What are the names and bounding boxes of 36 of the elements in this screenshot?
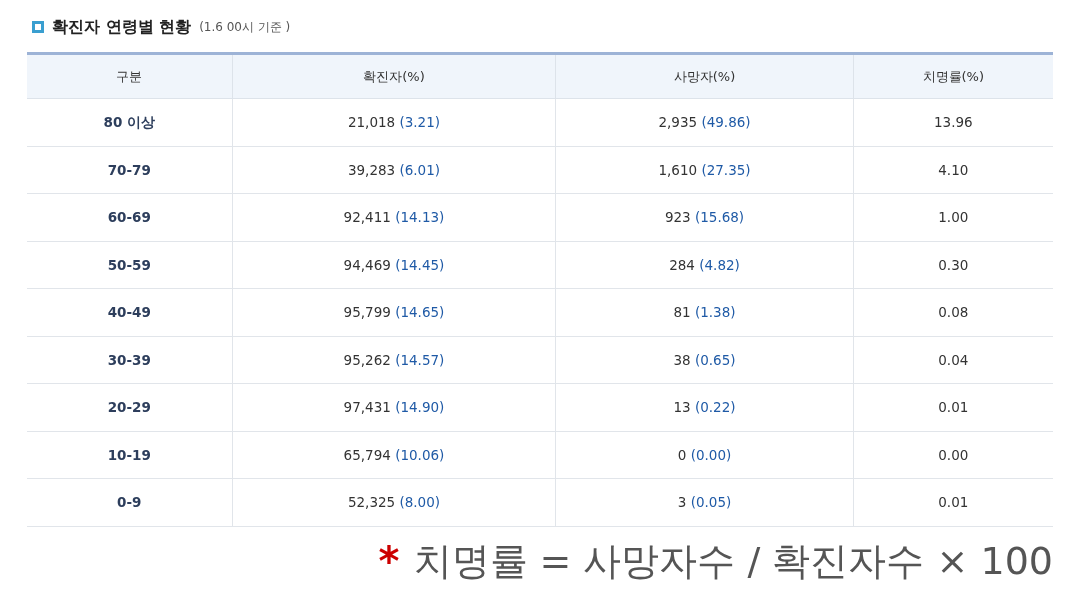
table-cell: 97,431 (14.90) (232, 383, 556, 431)
table-cell: 923 (15.68) (555, 193, 854, 241)
column-header: 확진자(%) (232, 53, 556, 99)
table-cell: 40-49 (27, 288, 232, 336)
table-cell: 20-29 (27, 383, 232, 431)
section-title: 확진자 연령별 현황 (52, 16, 192, 38)
column-header: 구분 (27, 53, 232, 99)
table-cell: 50-59 (27, 241, 232, 289)
table-cell: 95,799 (14.65) (232, 288, 556, 336)
table-cell: 92,411 (14.13) (232, 193, 556, 241)
table-cell: 70-79 (27, 146, 232, 194)
table-cell: 38 (0.65) (555, 336, 854, 384)
section-note: (1.6 00시 기준 ) (199, 19, 291, 36)
table-cell: 94,469 (14.45) (232, 241, 556, 289)
table-cell: 60-69 (27, 193, 232, 241)
table-cell: 10-19 (27, 431, 232, 479)
table-cell: 80 이상 (27, 98, 232, 146)
table-cell: 2,935 (49.86) (555, 98, 854, 146)
table-cell: 81 (1.38) (555, 288, 854, 336)
table-cell: 1,610 (27.35) (555, 146, 854, 194)
square-bullet-icon (32, 21, 44, 33)
table-cell: 284 (4.82) (555, 241, 854, 289)
table-cell: 52,325 (8.00) (232, 478, 556, 526)
table-cell: 30-39 (27, 336, 232, 384)
table-cell: 13 (0.22) (555, 383, 854, 431)
asterisk-mark: * (378, 541, 400, 581)
formula-footnote: 치명률 = 사망자수 / 확진자수 × 100 (413, 537, 1053, 585)
table-cell: 39,283 (6.01) (232, 146, 556, 194)
table-cell: 21,018 (3.21) (232, 98, 556, 146)
column-header: 사망자(%) (555, 53, 854, 99)
table-cell: 3 (0.05) (555, 478, 854, 526)
table-cell: 0 (0.00) (555, 431, 854, 479)
table-cell: 0-9 (27, 478, 232, 526)
table-cell: 95,262 (14.57) (232, 336, 556, 384)
table-cell: 65,794 (10.06) (232, 431, 556, 479)
column-header: 치명률(%) (853, 53, 1053, 99)
